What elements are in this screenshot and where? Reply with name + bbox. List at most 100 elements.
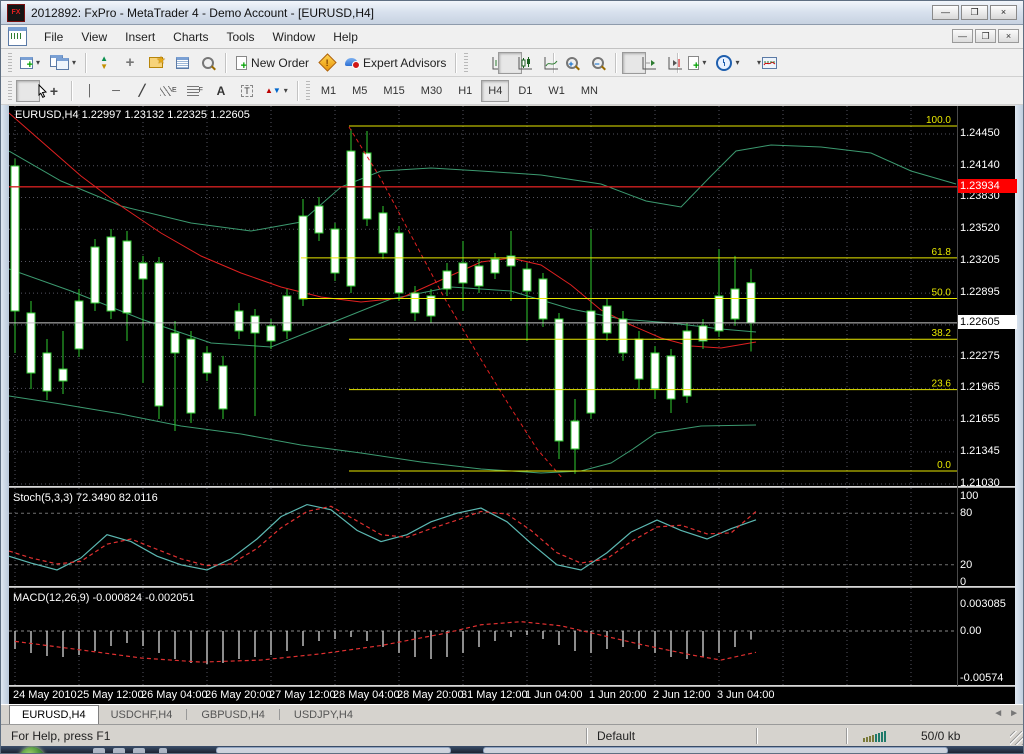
zoom-out-icon: −	[592, 56, 605, 69]
status-template-name[interactable]: Default	[597, 729, 635, 743]
data-window-button[interactable]: +	[118, 52, 142, 74]
panel-splitter[interactable]	[9, 586, 1015, 588]
market-watch-button[interactable]: ▲ ▼	[92, 52, 116, 74]
toolbar-grip[interactable]	[8, 80, 12, 101]
quicklaunch-icon[interactable]	[93, 748, 105, 753]
quicklaunch-chevron-icon[interactable]	[159, 748, 167, 753]
restore-button[interactable]: ❐	[961, 5, 988, 20]
timeframe-m1[interactable]: M1	[314, 80, 343, 102]
trend-line-button[interactable]: ╱	[130, 80, 154, 102]
menu-help[interactable]: Help	[324, 27, 367, 47]
child-minimize-button[interactable]: —	[952, 29, 973, 43]
navigator-button[interactable]: ★	[144, 52, 168, 74]
timeframe-h1[interactable]: H1	[451, 80, 479, 102]
timeframe-w1[interactable]: W1	[541, 80, 572, 102]
axis-label: 1.23520	[960, 222, 1000, 235]
chart-shift-button[interactable]	[648, 52, 683, 74]
cursor-button[interactable]	[16, 79, 48, 102]
arrows-button[interactable]: ▲ ▼ ▾	[261, 80, 292, 102]
chart-tab-gbpusd-h4[interactable]: GBPUSD,H4	[189, 705, 277, 724]
metaeditor-button[interactable]: !	[315, 52, 339, 74]
chevron-down-icon[interactable]: ▾	[72, 58, 76, 67]
line-chart-button[interactable]	[524, 52, 559, 74]
resize-grip[interactable]	[1010, 731, 1023, 745]
price-chart[interactable]: 100.0 61.8 50.0 38.2 23.6 0.0	[9, 106, 957, 486]
quicklaunch-icon[interactable]	[113, 748, 125, 753]
timeframe-m30[interactable]: M30	[414, 80, 449, 102]
menu-window[interactable]: Window	[264, 27, 325, 47]
timeframe-d1[interactable]: D1	[511, 80, 539, 102]
new-chart-button[interactable]: + ▾	[16, 52, 44, 74]
toolbar-separator	[455, 52, 458, 73]
menu-file[interactable]: File	[35, 27, 72, 47]
crosshair-tool-button[interactable]: +	[42, 80, 66, 102]
new-order-button[interactable]: + New Order	[232, 52, 313, 74]
templates-button[interactable]: ▾	[745, 52, 777, 74]
child-close-button[interactable]: ×	[998, 29, 1019, 43]
expert-advisors-button[interactable]: Expert Advisors	[341, 52, 450, 74]
equidistant-channel-button[interactable]: E	[156, 80, 181, 102]
fibonacci-retracement-icon: F	[186, 85, 203, 96]
windows-taskbar[interactable]	[1, 746, 1023, 753]
time-axis-label: 31 May 12:00	[461, 689, 528, 701]
title-bar[interactable]: FX 2012892: FxPro - MetaTrader 4 - Demo …	[1, 1, 1023, 25]
tab-scroll-left-icon[interactable]: ◄	[993, 708, 1003, 719]
status-help-text: For Help, press F1	[11, 729, 111, 743]
periods-button[interactable]: ▾	[712, 52, 743, 74]
toolbar-grip[interactable]	[464, 52, 469, 73]
chart-window-icon[interactable]	[8, 27, 27, 46]
strategy-tester-button[interactable]	[196, 52, 220, 74]
timeframe-m5[interactable]: M5	[345, 80, 374, 102]
child-restore-button[interactable]: ❐	[975, 29, 996, 43]
zoom-out-button[interactable]: −	[586, 52, 610, 74]
horizontal-line-button[interactable]: ─	[104, 80, 128, 102]
text-button[interactable]: A	[209, 80, 233, 102]
menu-tools[interactable]: Tools	[218, 27, 264, 47]
quicklaunch-icon[interactable]	[133, 748, 145, 753]
chevron-down-icon[interactable]: ▾	[702, 58, 706, 67]
timeframe-h4[interactable]: H4	[481, 79, 510, 102]
menu-charts[interactable]: Charts	[164, 27, 217, 47]
svg-text:0.0: 0.0	[937, 460, 951, 471]
panel-splitter[interactable]	[9, 486, 1015, 488]
chevron-down-icon[interactable]: ▾	[36, 58, 40, 67]
tab-scroll-right-icon[interactable]: ►	[1009, 708, 1019, 719]
toolbar-grip[interactable]	[8, 52, 12, 73]
chevron-down-icon[interactable]: ▾	[757, 58, 761, 67]
zoom-in-button[interactable]: +	[560, 52, 584, 74]
panel-splitter	[9, 685, 1015, 687]
terminal-button[interactable]	[170, 52, 194, 74]
close-button[interactable]: ×	[990, 5, 1017, 20]
menu-view[interactable]: View	[72, 27, 116, 47]
strategy-tester-icon	[202, 56, 215, 69]
profiles-button[interactable]: ▾	[46, 52, 80, 74]
minimize-button[interactable]: —	[932, 5, 959, 20]
axis-label: 20	[960, 558, 973, 571]
fibonacci-retracement-button[interactable]: F	[183, 80, 207, 102]
toolbar-separator	[615, 52, 618, 73]
chart-tab-eurusd-h4[interactable]: EURUSD,H4	[9, 705, 99, 724]
taskbar-window-button[interactable]	[483, 747, 948, 753]
chevron-down-icon[interactable]: ▾	[284, 86, 288, 95]
svg-text:23.6: 23.6	[932, 379, 952, 390]
chart-tab-usdjpy-h4[interactable]: USDJPY,H4	[282, 705, 365, 724]
navigator-icon: ★	[149, 55, 165, 68]
macd-label: MACD(12,26,9) -0.000824 -0.002051	[13, 592, 195, 604]
chevron-down-icon[interactable]: ▾	[735, 58, 739, 67]
candlestick-chart-button[interactable]	[498, 51, 533, 74]
start-orb-icon[interactable]	[19, 747, 45, 753]
timeframe-mn[interactable]: MN	[574, 80, 605, 102]
time-axis-label: 26 May 20:00	[205, 689, 272, 701]
bar-chart-button[interactable]	[472, 52, 507, 74]
chart-tab-usdchf-h4[interactable]: USDCHF,H4	[99, 705, 185, 724]
text-label-button[interactable]: T	[235, 80, 259, 102]
auto-scroll-button[interactable]	[622, 51, 657, 74]
toolbar-grip[interactable]	[305, 80, 310, 101]
timeframe-m15[interactable]: M15	[376, 80, 411, 102]
toolbar-separator	[71, 80, 73, 101]
time-axis-label: 28 May 04:00	[333, 689, 400, 701]
vertical-line-button[interactable]: │	[78, 80, 102, 102]
taskbar-window-button[interactable]	[216, 747, 451, 753]
menu-insert[interactable]: Insert	[116, 27, 164, 47]
indicators-button[interactable]: + ▾	[684, 52, 710, 74]
